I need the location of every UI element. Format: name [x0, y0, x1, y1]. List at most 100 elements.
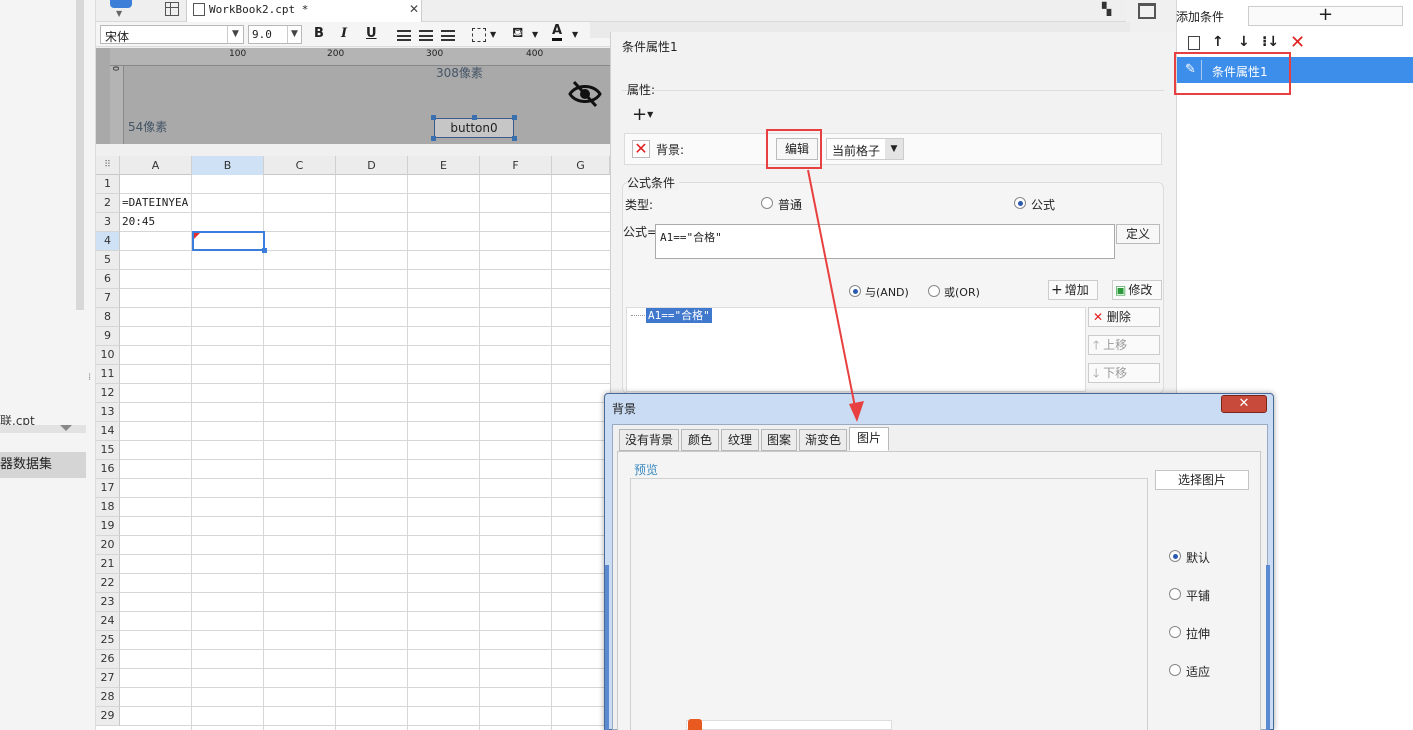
modify-condition-button[interactable]: ▣ 修改 [1112, 280, 1162, 300]
sheet-icon[interactable] [165, 2, 179, 16]
type-normal-radio[interactable] [761, 197, 773, 209]
condition-list-item[interactable]: A1=="合格" [646, 308, 712, 323]
hidden-eye-icon[interactable] [568, 80, 602, 108]
row-header[interactable]: 22 [96, 574, 120, 593]
selected-cell-b4[interactable] [192, 231, 267, 253]
tab-texture[interactable]: 纹理 [721, 429, 759, 451]
row-header[interactable]: 16 [96, 460, 120, 479]
row-header[interactable]: 14 [96, 422, 120, 441]
row-header[interactable]: 4 [96, 232, 120, 251]
tab-image[interactable]: 图片 [849, 427, 889, 451]
tab-color[interactable]: 颜色 [681, 429, 719, 451]
font-color-button[interactable]: A [552, 24, 563, 41]
cell-a2[interactable]: =DATEINYEA [122, 196, 188, 209]
panel-grip-icon[interactable]: ⁞ [88, 372, 91, 383]
chevron-down-icon[interactable]: ▼ [116, 9, 122, 18]
row-header[interactable]: 29 [96, 707, 120, 726]
layout-default-radio[interactable] [1169, 550, 1181, 562]
row-header[interactable]: 26 [96, 650, 120, 669]
row-header[interactable]: 5 [96, 251, 120, 270]
layout-tile-radio[interactable] [1169, 588, 1181, 600]
server-dataset-item[interactable]: 器数据集 [0, 452, 86, 478]
new-condition-icon[interactable] [1188, 36, 1200, 50]
chevron-down-icon[interactable]: ▼ [532, 30, 538, 39]
row-header[interactable]: 23 [96, 593, 120, 612]
row-header[interactable]: 13 [96, 403, 120, 422]
italic-button[interactable]: I [341, 26, 347, 41]
pin-icon[interactable]: ▚ [1102, 2, 1111, 16]
choose-image-button[interactable]: 选择图片 [1155, 470, 1249, 490]
chevron-down-icon[interactable]: ▼ [572, 30, 578, 39]
row-header[interactable]: 2 [96, 194, 120, 213]
font-family-select[interactable]: 宋体 ▼ [100, 25, 244, 44]
cell-a3[interactable]: 20:45 [122, 215, 155, 228]
column-header[interactable]: E [408, 156, 480, 175]
row-header[interactable]: 18 [96, 498, 120, 517]
chevron-down-icon[interactable]: ▼ [490, 30, 496, 39]
add-attribute-button[interactable]: +▼ [632, 106, 662, 126]
align-center-icon[interactable] [419, 30, 433, 41]
tab-pattern[interactable]: 图案 [761, 429, 797, 451]
type-formula-radio[interactable] [1014, 197, 1026, 209]
scope-select[interactable]: 当前格子 ▼ [826, 138, 904, 160]
define-button[interactable]: 定义 [1116, 224, 1160, 244]
border-icon[interactable] [472, 28, 486, 42]
bold-button[interactable]: B [314, 26, 324, 41]
fill-color-icon[interactable]: ⛾ [512, 25, 523, 43]
close-icon[interactable]: ✕ [1221, 395, 1267, 413]
row-header[interactable]: 11 [96, 365, 120, 384]
move-bottom-icon[interactable]: ⁝↓ [1262, 34, 1279, 50]
row-header[interactable]: 6 [96, 270, 120, 289]
delete-condition-icon[interactable]: ✕ [1290, 32, 1305, 53]
row-header[interactable]: 24 [96, 612, 120, 631]
column-header[interactable]: G [552, 156, 610, 175]
row-header[interactable]: 20 [96, 536, 120, 555]
delete-condition-button[interactable]: ✕ 删除 [1088, 307, 1160, 327]
workbook-tab[interactable]: WorkBook2.cpt * ✕ [186, 0, 422, 22]
row-header[interactable]: 27 [96, 669, 120, 688]
ime-toolbar[interactable] [686, 720, 892, 730]
spreadsheet-grid[interactable]: ⠿ A B C D E F G 1 2 3 4 5 6 7 8 9 10 11 12 13 14 15 16 1… [96, 156, 610, 730]
row-header[interactable]: 3 [96, 213, 120, 232]
formula-input[interactable]: A1=="合格" [655, 224, 1115, 259]
resize-handle[interactable] [472, 115, 477, 120]
row-header[interactable]: 15 [96, 441, 120, 460]
add-condition-button[interactable]: + 增加 [1048, 280, 1098, 300]
resize-handle[interactable] [431, 136, 436, 141]
font-size-select[interactable]: 9.0 ▼ [248, 25, 302, 44]
row-header[interactable]: 17 [96, 479, 120, 498]
close-icon[interactable]: ✕ [409, 2, 419, 16]
chevron-down-icon[interactable]: ▼ [885, 139, 903, 159]
arrow-up-icon[interactable]: ↑ [1212, 34, 1224, 50]
select-all-icon[interactable]: ⠿ [96, 156, 120, 175]
move-down-button[interactable]: 🡓 下移 [1088, 363, 1160, 383]
row-header[interactable]: 7 [96, 289, 120, 308]
chevron-down-icon[interactable] [60, 425, 72, 431]
add-condition-plus-button[interactable]: + [1248, 6, 1403, 26]
column-header[interactable]: C [264, 156, 336, 175]
resize-handle[interactable] [512, 115, 517, 120]
align-left-icon[interactable] [397, 30, 411, 41]
column-header[interactable]: B [192, 156, 264, 175]
row-header[interactable]: 8 [96, 308, 120, 327]
left-scrollbar[interactable] [76, 0, 84, 310]
row-header[interactable]: 10 [96, 346, 120, 365]
fill-handle[interactable] [262, 248, 267, 253]
move-up-button[interactable]: 🡑 上移 [1088, 335, 1160, 355]
layout-icon[interactable] [1138, 3, 1156, 19]
row-header[interactable]: 21 [96, 555, 120, 574]
row-header[interactable]: 12 [96, 384, 120, 403]
arrow-down-icon[interactable]: ↓ [1238, 34, 1250, 50]
remove-attribute-icon[interactable]: ✕ [632, 140, 650, 158]
button0-widget[interactable]: button0 [434, 118, 514, 138]
align-right-icon[interactable] [441, 30, 455, 41]
layout-stretch-radio[interactable] [1169, 626, 1181, 638]
row-header[interactable]: 28 [96, 688, 120, 707]
row-header[interactable]: 25 [96, 631, 120, 650]
resize-handle[interactable] [431, 115, 436, 120]
column-header[interactable]: A [120, 156, 192, 175]
column-header[interactable]: F [480, 156, 552, 175]
chevron-down-icon[interactable]: ▼ [287, 26, 301, 43]
tab-no-background[interactable]: 没有背景 [619, 429, 679, 451]
tab-gradient[interactable]: 渐变色 [799, 429, 847, 451]
